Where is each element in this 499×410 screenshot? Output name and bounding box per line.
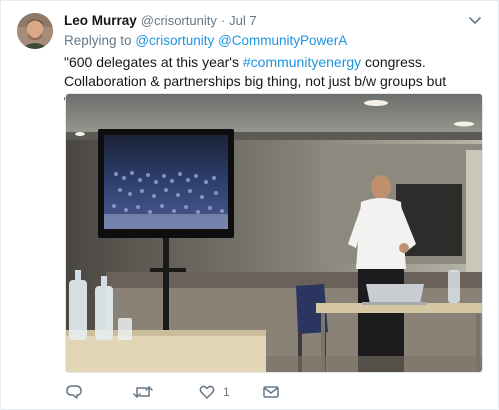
tweet-header: Leo Murray @crisortunity · Jul 7 bbox=[64, 13, 257, 31]
like-button[interactable]: 1 bbox=[199, 382, 230, 402]
envelope-icon bbox=[262, 384, 280, 400]
replying-prefix: Replying to bbox=[64, 33, 132, 48]
reply-icon bbox=[65, 384, 83, 400]
chevron-down-icon[interactable] bbox=[468, 14, 482, 26]
heart-icon bbox=[199, 384, 215, 400]
author-handle[interactable]: @crisortunity bbox=[141, 13, 217, 28]
tweet-photo[interactable] bbox=[65, 93, 483, 373]
tweet-timestamp[interactable]: Jul 7 bbox=[229, 13, 256, 28]
author-name[interactable]: Leo Murray bbox=[64, 13, 137, 28]
tweet-actions: 1 bbox=[65, 382, 365, 402]
tweet-card[interactable]: Leo Murray @crisortunity · Jul 7 Replyin… bbox=[0, 0, 499, 410]
replying-to: Replying to @crisortunity @CommunityPowe… bbox=[64, 33, 347, 48]
reply-mention[interactable]: @CommunityPowerA bbox=[218, 33, 347, 48]
reply-mention[interactable]: @crisortunity bbox=[135, 33, 214, 48]
avatar[interactable] bbox=[17, 13, 53, 49]
like-count: 1 bbox=[223, 385, 230, 399]
reply-button[interactable] bbox=[65, 382, 83, 402]
hashtag-link[interactable]: #communityenergy bbox=[243, 54, 361, 70]
retweet-icon bbox=[133, 384, 153, 400]
separator-dot: · bbox=[220, 13, 226, 28]
tweet-text-start: "600 delegates at this year's bbox=[64, 54, 243, 70]
retweet-button[interactable] bbox=[133, 382, 153, 402]
direct-message-button[interactable] bbox=[262, 382, 280, 402]
